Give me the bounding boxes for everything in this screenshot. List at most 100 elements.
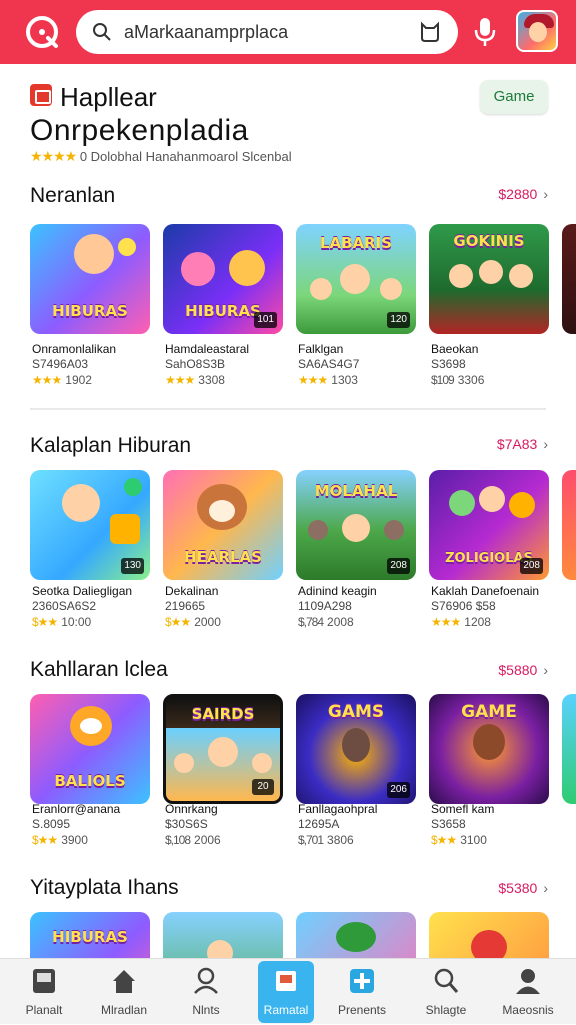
section-title: Yitayplata Ihans [30,876,179,899]
next-card-peek [562,694,576,804]
game-art-title: GOKINIS [453,232,525,250]
game-sub: S3698 [431,357,466,371]
rating-value: 3308 [198,373,225,387]
chevron-right-icon: › [543,436,548,452]
user-icon [194,967,218,994]
section-see-all-link[interactable]: $5380 › [498,880,548,896]
rating-value: 2000 [194,615,221,629]
game-rating: ★★★ 1303 [298,373,358,387]
character-art [207,940,233,958]
game-sub: 12695A [298,817,340,831]
page-title: Onrpekenpladia [30,114,249,147]
chevron-right-icon: › [543,880,548,896]
section-see-all-link[interactable]: $7A83 › [497,436,548,452]
section-title: Neranlan [30,184,116,207]
game-button[interactable]: Game [480,80,548,114]
game-rating: $★★ 3100 [431,833,487,847]
rating-stars: $★★ [32,615,58,629]
character-art [181,252,215,286]
game-name: Somefl kam [431,802,495,816]
rating-stars: ★★★★ [30,148,77,164]
character-art [479,486,505,512]
nav-item-planalt[interactable]: Planalt [8,959,80,1025]
avatar[interactable] [516,10,558,52]
rating-stars: ★★★ [165,373,195,387]
price-text: $109 [431,373,455,387]
game-rating: $,108 2006 [165,833,221,847]
section-yitayplata-ihans: Yitayplata Ihans $5380 › HIBURAS [0,870,576,958]
rating-value: 3900 [61,833,88,847]
game-name: Eranlorr@anana [32,802,121,816]
character-art [340,264,370,294]
game-rating: $,701 3806 [298,833,354,847]
thumbnail-tag: 20 [252,779,274,795]
game-name: Baeokan [431,342,479,356]
rating-value: 3100 [460,833,487,847]
character-art [380,278,402,300]
character-art [208,737,238,767]
app-logo-icon[interactable] [22,12,62,52]
section-divider [30,408,546,410]
game-thumbnail: 130 [30,470,150,580]
nav-label: Mlradlan [100,1003,148,1017]
rating-stars: ★★★ [431,615,461,629]
game-art-title: MOLAHAL [314,482,398,500]
character-art [473,724,505,760]
nav-item-prenents[interactable]: Prenents [326,959,398,1025]
nav-item-nlnts[interactable]: Nlnts [170,959,242,1025]
game-sub: 2360SA6S2 [32,599,97,613]
game-thumbnail: SAIRDS 20 [163,694,283,804]
cat-icon[interactable] [418,20,442,44]
tablet-icon [33,969,55,993]
microphone-icon[interactable] [472,16,498,48]
price-text: $,108 [165,833,191,847]
game-rating: $★★ 2000 [165,615,221,629]
character-art [384,520,404,540]
character-face-art [80,718,102,734]
character-art [336,922,376,952]
section-link-text: $2880 [498,186,538,202]
character-art [174,753,194,773]
chevron-right-icon: › [543,186,548,202]
avatar-face [529,22,547,42]
nav-item-maeosnis[interactable]: Maeosnis [492,959,564,1025]
rating-value: 3806 [327,833,354,847]
chevron-right-icon: › [543,662,548,678]
nav-item-shlagte[interactable]: Shlagte [410,959,482,1025]
game-rating: ★★★ 3308 [165,373,225,387]
search-icon [434,968,459,993]
nav-label: Planalt [25,1003,63,1017]
character-art [479,260,503,284]
character-art [471,930,507,958]
rating-value: 3306 [457,373,485,387]
game-sub: S76906 $58 [431,599,496,613]
rating-value: 1208 [464,615,491,629]
game-thumbnail: GOKINIS [429,224,549,334]
thumbnail-tag: 208 [520,558,543,574]
game-thumbnail: GAME [429,694,549,804]
game-name: Falklgan [298,342,344,356]
game-art-title: HIBURAS [52,928,128,946]
character-art [229,250,265,286]
game-thumbnail: HIBURAS 101 [163,224,283,334]
bottom-navigation: Planalt Mlradlan Nlnts Ramatal Prenents … [0,958,576,1024]
character-art [509,264,533,288]
rating-stars: $★★ [32,833,58,847]
section-see-all-link[interactable]: $2880 › [498,186,548,202]
search-bar[interactable]: aMarkaanamprplaca [76,10,458,54]
nav-item-mlradlan[interactable]: Mlradlan [88,959,160,1025]
game-name: Kaklah Danefoenain [431,584,540,598]
search-input[interactable]: aMarkaanamprplaca [124,22,288,43]
nav-label: Nlnts [192,1003,220,1017]
game-thumbnail [429,912,549,958]
section-link-text: $5380 [498,880,538,896]
character-art [74,234,114,274]
rating-value: 1303 [331,373,358,387]
nav-item-ramatal[interactable]: Ramatal [254,959,326,1025]
game-sub: SA6AS4G7 [298,357,360,371]
book-icon [276,971,296,991]
rating-line: ★★★★ 0 Dolobhal Hanahanmoarol Slcenbal [30,148,292,165]
game-thumbnail: HEARLAS [163,470,283,580]
section-see-all-link[interactable]: $5880 › [498,662,548,678]
game-rating: $★★ 10:00 [32,615,91,629]
